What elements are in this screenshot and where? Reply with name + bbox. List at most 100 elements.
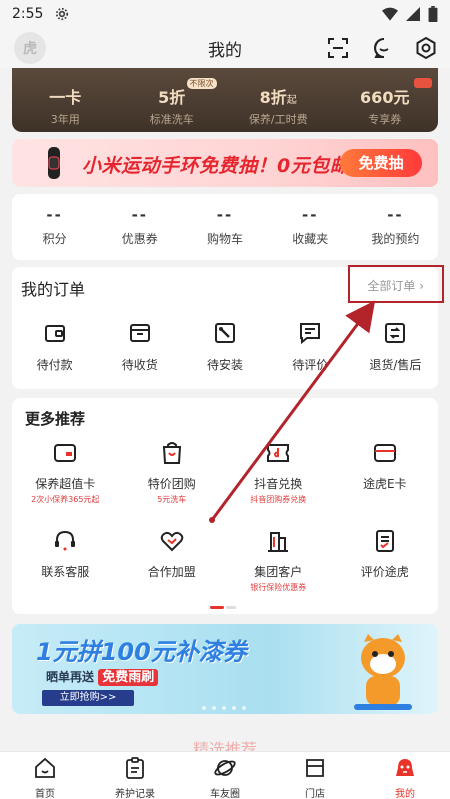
benefit-sub: 保养/工时费 — [248, 113, 308, 126]
order-pending-review[interactable]: 待评价 — [268, 321, 353, 373]
tab-label: 首页 — [35, 789, 55, 799]
grid-page-indicator — [210, 606, 236, 609]
member-benefit-card[interactable]: 一卡 3年用 — [12, 68, 119, 132]
stat-value: -- — [387, 206, 404, 224]
grid-sub: 银行保险优惠券 — [250, 583, 307, 592]
order-label: 退货/售后 — [369, 358, 422, 372]
fitness-band-icon — [48, 147, 60, 179]
tab-label: 车友圈 — [210, 789, 240, 799]
order-status-row: 待付款 待收货 待安装 待评价 退货/售后 — [12, 321, 438, 373]
tab-home[interactable]: 首页 — [0, 752, 90, 799]
grid-item-douyin[interactable]: 抖音兑换 抖音团购券兑换 — [225, 440, 332, 518]
benefit-main: 8折起 — [225, 84, 332, 108]
buy-now-button[interactable]: 立即抢购>> — [42, 690, 134, 706]
wallet-icon — [44, 325, 65, 342]
ecard-icon — [373, 444, 396, 462]
more-recommendations-card: 更多推荐 保养超值卡 2次小保养365元起 特价团购 5元洗车 抖音兑换 抖音团… — [12, 398, 438, 614]
view-all-orders-link[interactable]: 全部订单 › — [367, 277, 424, 294]
chat-icon[interactable] — [372, 36, 396, 60]
settings-icon[interactable] — [414, 36, 438, 60]
grid-item-franchise[interactable]: 合作加盟 — [119, 528, 226, 606]
grid-item-review[interactable]: 评价途虎 — [332, 528, 439, 606]
member-benefit-wash[interactable]: 不限次 5折 标准洗车 — [119, 68, 226, 132]
home-icon — [35, 757, 55, 778]
grid-item-ecard[interactable]: 途虎E卡 — [332, 440, 439, 518]
order-pending-receipt[interactable]: 待收货 — [97, 321, 182, 373]
grid-sub: 抖音团购券兑换 — [250, 495, 307, 504]
status-bar: 2:55 — [0, 0, 450, 28]
benefit-sub: 专享券 — [368, 113, 402, 126]
order-returns[interactable]: 退货/售后 — [353, 321, 438, 373]
grid-item-maintenance-card[interactable]: 保养超值卡 2次小保养365元起 — [12, 440, 119, 518]
box-icon — [129, 324, 150, 342]
signal-icon — [406, 7, 420, 21]
order-label: 待评价 — [292, 358, 329, 372]
more-title: 更多推荐 — [25, 410, 86, 428]
stat-coupons[interactable]: -- 优惠券 — [97, 194, 182, 260]
planet-icon — [214, 760, 236, 776]
tab-community[interactable]: 车友圈 — [180, 752, 270, 799]
bottom-nav: 首页 养护记录 车友圈 门店 我的 — [0, 751, 450, 799]
stat-cart[interactable]: -- 购物车 — [182, 194, 267, 260]
benefit-sub: 标准洗车 — [149, 113, 194, 126]
grid-item-group-buy[interactable]: 特价团购 5元洗车 — [119, 440, 226, 518]
settings-status-icon — [56, 7, 69, 21]
banner-subtitle: 晒单再送 免费雨刷 — [46, 666, 159, 686]
stat-label: 我的预约 — [371, 232, 420, 246]
member-card[interactable]: 一卡 3年用 不限次 5折 标准洗车 8折起 保养/工时费 660元 专享券 — [12, 68, 438, 132]
stat-value: -- — [216, 206, 234, 224]
banner-sub-highlight: 免费雨刷 — [98, 669, 159, 686]
benefit-suffix: 起 — [286, 95, 297, 106]
wifi-icon — [382, 7, 398, 21]
grid-label: 特价团购 — [147, 477, 196, 491]
grid-label: 集团客户 — [254, 565, 303, 579]
card-icon — [54, 444, 77, 462]
member-benefit-maintenance[interactable]: 8折起 保养/工时费 — [225, 68, 332, 132]
stat-favorites[interactable]: -- 收藏夹 — [268, 194, 353, 260]
stat-label: 收藏夹 — [292, 232, 329, 246]
stat-appointments[interactable]: -- 我的预约 — [353, 194, 438, 260]
order-label: 待收货 — [121, 358, 158, 372]
stat-value: -- — [46, 206, 63, 224]
stats-card: -- 积分 -- 优惠券 -- 购物车 -- 收藏夹 -- 我的预约 — [12, 194, 438, 260]
tiktok-ticket-icon — [267, 444, 290, 462]
order-pending-install[interactable]: 待安装 — [182, 321, 267, 373]
banner-page-indicator — [202, 706, 246, 710]
grid-sub: 5元洗车 — [157, 495, 187, 504]
stat-value: -- — [301, 206, 319, 224]
scan-icon[interactable] — [326, 36, 350, 60]
building-icon — [268, 532, 289, 552]
battery-icon — [428, 6, 438, 22]
member-benefit-coupon[interactable]: 660元 专享券 — [332, 68, 439, 132]
free-draw-button[interactable]: 免费抽 — [340, 149, 422, 177]
review-icon — [375, 530, 394, 552]
orders-title: 我的订单 — [21, 280, 86, 299]
tab-store[interactable]: 门店 — [270, 752, 360, 799]
wrench-icon — [215, 323, 235, 343]
top-nav: 虎 我的 — [0, 28, 450, 68]
featured-section-title: 精选推荐 — [192, 740, 257, 759]
tab-label: 我的 — [395, 789, 415, 799]
order-pending-payment[interactable]: 待付款 — [12, 321, 97, 373]
tab-maintenance-record[interactable]: 养护记录 — [90, 752, 180, 799]
headset-icon — [55, 530, 76, 551]
recommend-grid: 保养超值卡 2次小保养365元起 特价团购 5元洗车 抖音兑换 抖音团购券兑换 … — [12, 440, 438, 606]
grid-label: 抖音兑换 — [254, 477, 303, 491]
stat-label: 积分 — [42, 232, 67, 246]
promo-banner[interactable]: 小米运动手环免费抽！0元包邮！ 免费抽 — [12, 139, 438, 187]
comment-icon — [300, 323, 321, 345]
tab-label: 门店 — [305, 789, 325, 799]
stat-points[interactable]: -- 积分 — [12, 194, 97, 260]
benefit-sub: 3年用 — [50, 113, 80, 126]
tiger-mascot-icon — [354, 634, 412, 710]
ad-banner[interactable]: 1元拼100元补漆券 晒单再送 免费雨刷 立即抢购>> — [12, 624, 438, 714]
tab-mine[interactable]: 我的 — [360, 752, 450, 799]
stat-label: 优惠券 — [121, 232, 158, 246]
order-label: 待付款 — [36, 358, 73, 372]
grid-label: 合作加盟 — [147, 565, 196, 579]
tab-label: 养护记录 — [115, 789, 155, 799]
grid-item-enterprise[interactable]: 集团客户 银行保险优惠券 — [225, 528, 332, 606]
orders-card: 我的订单 全部订单 › 待付款 待收货 待安装 待评价 退货/售后 — [12, 265, 444, 389]
grid-label: 保养超值卡 — [35, 477, 96, 491]
grid-item-support[interactable]: 联系客服 — [12, 528, 119, 606]
